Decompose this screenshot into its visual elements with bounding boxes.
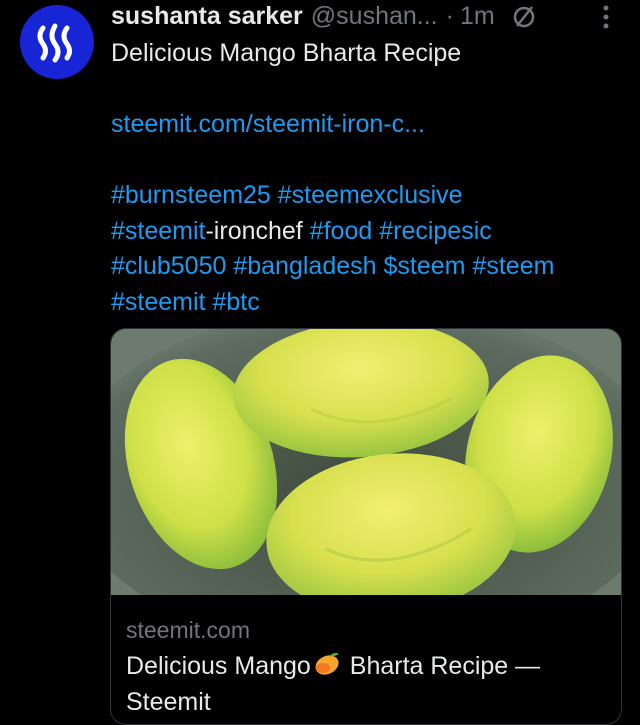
hashtag-line-1: #burnsteem25 #steemexclusive — [111, 178, 631, 214]
post-time[interactable]: 1m — [460, 2, 495, 31]
avatar[interactable] — [20, 5, 94, 79]
card-title-part2: Bharta Recipe — — [342, 652, 541, 680]
steem-logo-icon — [37, 23, 72, 63]
post-header: sushanta sarker @sushan... · 1m — [111, 0, 628, 32]
post-text: Delicious Mango Bharta Recipe steemit.co… — [111, 36, 631, 320]
hashtag-food[interactable]: #food — [310, 217, 373, 245]
mango-emoji-icon — [313, 650, 341, 685]
hashtag-line-4: #steemit #btc — [111, 285, 631, 321]
cashtag-steem[interactable]: $steem — [384, 252, 466, 280]
card-title: Delicious Mango Bharta Recipe — Steemit — [126, 649, 611, 719]
author-handle[interactable]: @sushan... — [311, 2, 438, 31]
card-title-line2: Steemit — [126, 687, 211, 716]
hashtag-steem[interactable]: #steem — [472, 252, 554, 280]
post-title: Delicious Mango Bharta Recipe — [111, 39, 462, 67]
link-preview-card[interactable]: steemit.com Delicious Mango Bharta Recip… — [110, 328, 622, 725]
author-name[interactable]: sushanta sarker — [111, 2, 303, 31]
more-options-icon[interactable] — [602, 4, 610, 35]
hashtag-btc[interactable]: #btc — [212, 288, 259, 316]
hashtag-plain-text: -ironchef — [205, 216, 303, 245]
hashtag-steemexclusive[interactable]: #steemexclusive — [278, 181, 463, 209]
no-circle-icon[interactable] — [511, 3, 537, 29]
hashtag-steemit-ironchef[interactable]: #steemit — [111, 217, 205, 245]
hashtag-steemit[interactable]: #steemit — [111, 288, 205, 316]
hashtag-burnsteem25[interactable]: #burnsteem25 — [111, 181, 271, 209]
hashtag-line-2: #steemit-ironchef #food #recipesic — [111, 214, 631, 250]
card-image[interactable] — [111, 329, 621, 595]
hashtag-line-3: #club5050 #bangladesh $steem #steem — [111, 249, 631, 285]
hashtag-club5050[interactable]: #club5050 — [111, 252, 226, 280]
hashtag-bangladesh[interactable]: #bangladesh — [233, 252, 376, 280]
post-link[interactable]: steemit.com/steemit-iron-c... — [111, 110, 425, 138]
separator-dot: · — [445, 1, 454, 30]
card-title-part1: Delicious Mango — [126, 652, 311, 680]
hashtag-recipesic[interactable]: #recipesic — [379, 217, 492, 245]
card-domain: steemit.com — [126, 617, 250, 643]
